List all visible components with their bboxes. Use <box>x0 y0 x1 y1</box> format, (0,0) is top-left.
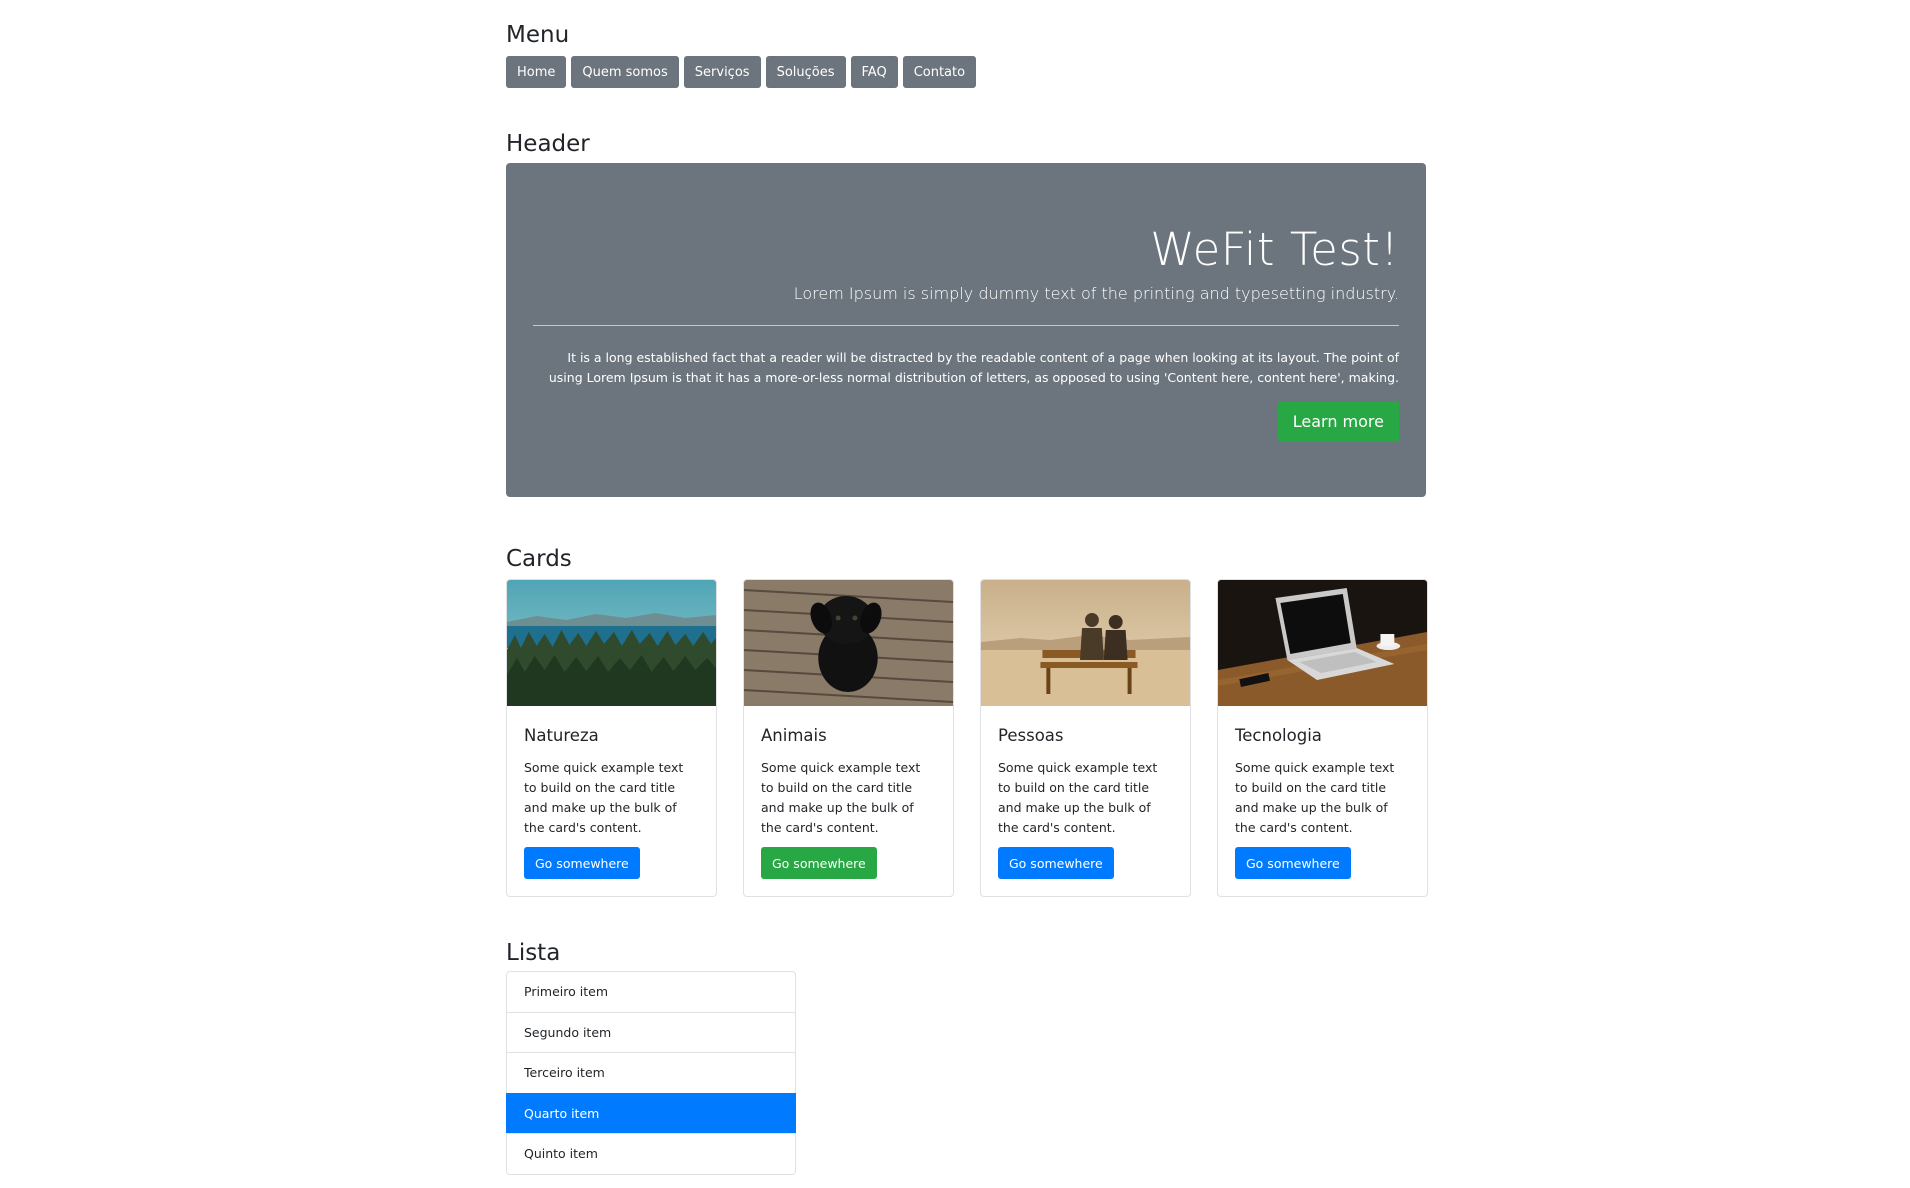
list-section-title: Lista <box>506 940 561 966</box>
cards-section-title: Cards <box>506 546 572 572</box>
list-item[interactable]: Segundo item <box>506 1011 796 1053</box>
list-group: Primeiro item Segundo item Terceiro item… <box>506 971 796 1175</box>
card-body: Animais Some quick example text to build… <box>744 706 953 856</box>
list-item-active[interactable]: Quarto item <box>506 1092 796 1134</box>
card-body: Natureza Some quick example text to buil… <box>507 706 716 856</box>
card-animais-go-button[interactable]: Go somewhere <box>761 847 877 879</box>
jumbotron-text: It is a long established fact that a rea… <box>548 350 1399 385</box>
list-item[interactable]: Terceiro item <box>506 1052 796 1094</box>
card-text: Some quick example text to build on the … <box>998 760 1158 835</box>
menu-servicos-button[interactable]: Serviços <box>683 56 761 88</box>
card-body: Tecnologia Some quick example text to bu… <box>1218 706 1427 856</box>
couple-bench-photo <box>981 580 1190 706</box>
header-section-title: Header <box>506 131 590 157</box>
card-pessoas: Pessoas Some quick example text to build… <box>980 579 1191 897</box>
laptop-desk-photo <box>1218 580 1427 706</box>
card-text: Some quick example text to build on the … <box>524 760 684 835</box>
card-text: Some quick example text to build on the … <box>1235 760 1395 835</box>
card-animais: Animais Some quick example text to build… <box>743 579 954 897</box>
jumbotron: WeFit Test! Lorem Ipsum is simply dummy … <box>506 163 1426 497</box>
card-body: Pessoas Some quick example text to build… <box>981 706 1190 856</box>
menu-quem-somos-button[interactable]: Quem somos <box>571 56 679 88</box>
card-title: Tecnologia <box>1235 726 1322 745</box>
card-title: Pessoas <box>998 726 1064 745</box>
card-natureza-go-button[interactable]: Go somewhere <box>524 847 640 879</box>
card-pessoas-go-button[interactable]: Go somewhere <box>998 847 1114 879</box>
card-title: Natureza <box>524 726 599 745</box>
menu-faq-button[interactable]: FAQ <box>850 56 898 88</box>
card-natureza: Natureza Some quick example text to buil… <box>506 579 717 897</box>
menu-contato-button[interactable]: Contato <box>902 56 977 88</box>
list-item[interactable]: Primeiro item <box>506 971 796 1013</box>
menu-section-title: Menu <box>506 22 570 48</box>
menu-home-button[interactable]: Home <box>506 56 567 88</box>
menu-solucoes-button[interactable]: Soluções <box>765 56 846 88</box>
list-item[interactable]: Quinto item <box>506 1133 796 1175</box>
jumbotron-lead: Lorem Ipsum is simply dummy text of the … <box>793 284 1399 303</box>
learn-more-button[interactable]: Learn more <box>1277 401 1399 442</box>
black-dog-photo <box>744 580 953 706</box>
card-tecnologia: Tecnologia Some quick example text to bu… <box>1217 579 1428 897</box>
forest-lake-photo <box>507 580 716 706</box>
card-text: Some quick example text to build on the … <box>761 760 921 835</box>
jumbotron-heading: WeFit Test! <box>1150 223 1399 276</box>
card-title: Animais <box>761 726 827 745</box>
cards-row: Natureza Some quick example text to buil… <box>506 579 1428 897</box>
menu-bar: Home Quem somos Serviços Soluções FAQ Co… <box>506 56 977 88</box>
card-tecnologia-go-button[interactable]: Go somewhere <box>1235 847 1351 879</box>
jumbotron-divider <box>533 325 1399 326</box>
